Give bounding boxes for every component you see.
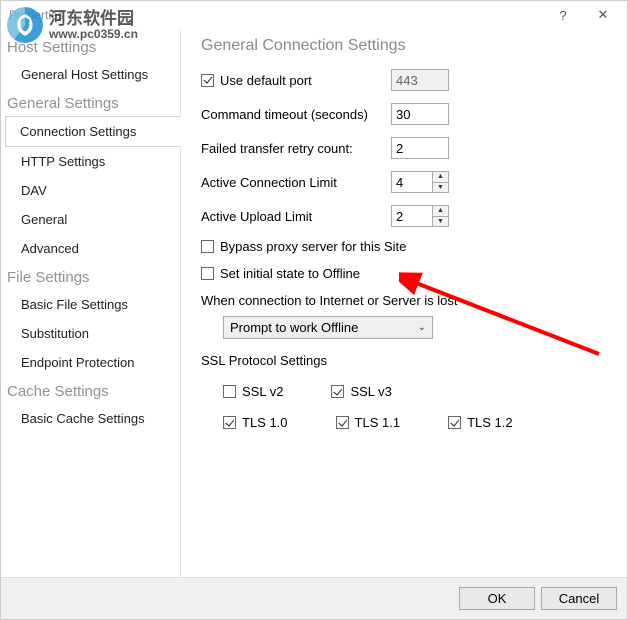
command-timeout-label: Command timeout (seconds): [201, 107, 391, 122]
nav-dav[interactable]: DAV: [5, 176, 180, 205]
nav-advanced[interactable]: Advanced: [5, 234, 180, 263]
when-lost-value: Prompt to work Offline: [230, 320, 358, 335]
active-conn-limit-spinner[interactable]: ▲▼: [391, 171, 449, 193]
checkbox-icon: [448, 416, 461, 429]
chevron-up-icon[interactable]: ▲: [433, 206, 448, 216]
titlebar: Properties - ? ✕: [1, 1, 627, 29]
active-upload-limit-input[interactable]: [391, 205, 433, 227]
port-input: [391, 69, 449, 91]
cancel-button[interactable]: Cancel: [541, 587, 617, 610]
group-general-settings: General Settings: [5, 89, 180, 116]
nav-substitution[interactable]: Substitution: [5, 319, 180, 348]
group-host-settings: Host Settings: [5, 33, 180, 60]
nav-basic-file-settings[interactable]: Basic File Settings: [5, 290, 180, 319]
group-file-settings: File Settings: [5, 263, 180, 290]
checkbox-icon: [223, 416, 236, 429]
checkbox-icon: [201, 74, 214, 87]
checkbox-icon: [331, 385, 344, 398]
bypass-proxy-label: Bypass proxy server for this Site: [220, 239, 406, 254]
retry-count-input[interactable]: [391, 137, 449, 159]
ok-button[interactable]: OK: [459, 587, 535, 610]
content-title: General Connection Settings: [201, 37, 607, 55]
tls11-checkbox[interactable]: TLS 1.1: [336, 415, 401, 430]
footer: OK Cancel: [1, 577, 627, 619]
offline-initial-checkbox[interactable]: Set initial state to Offline: [201, 266, 360, 281]
nav-general-host-settings[interactable]: General Host Settings: [5, 60, 180, 89]
checkbox-icon: [201, 240, 214, 253]
retry-count-label: Failed transfer retry count:: [201, 141, 391, 156]
active-upload-limit-label: Active Upload Limit: [201, 209, 391, 224]
use-default-port-checkbox[interactable]: Use default port: [201, 73, 312, 88]
ssl-v3-checkbox[interactable]: SSL v3: [331, 384, 391, 399]
command-timeout-input[interactable]: [391, 103, 449, 125]
nav-general[interactable]: General: [5, 205, 180, 234]
help-button[interactable]: ?: [543, 2, 583, 28]
chevron-down-icon[interactable]: ▼: [433, 216, 448, 227]
ssl-v2-checkbox[interactable]: SSL v2: [223, 384, 283, 399]
checkbox-icon: [223, 385, 236, 398]
nav-http-settings[interactable]: HTTP Settings: [5, 147, 180, 176]
offline-initial-label: Set initial state to Offline: [220, 266, 360, 281]
when-lost-dropdown[interactable]: Prompt to work Offline ⌄: [223, 316, 433, 339]
ssl-title: SSL Protocol Settings: [201, 353, 607, 368]
group-cache-settings: Cache Settings: [5, 377, 180, 404]
bypass-proxy-checkbox[interactable]: Bypass proxy server for this Site: [201, 239, 406, 254]
window-title: Properties -: [9, 8, 543, 22]
chevron-down-icon: ⌄: [418, 322, 426, 333]
checkbox-icon: [336, 416, 349, 429]
tls10-checkbox[interactable]: TLS 1.0: [223, 415, 288, 430]
nav-connection-settings[interactable]: Connection Settings: [5, 116, 181, 147]
chevron-down-icon[interactable]: ▼: [433, 182, 448, 193]
tls12-checkbox[interactable]: TLS 1.2: [448, 415, 513, 430]
sidebar: Host Settings General Host Settings Gene…: [1, 29, 181, 577]
checkbox-icon: [201, 267, 214, 280]
nav-basic-cache-settings[interactable]: Basic Cache Settings: [5, 404, 180, 433]
use-default-port-label: Use default port: [220, 73, 312, 88]
nav-endpoint-protection[interactable]: Endpoint Protection: [5, 348, 180, 377]
close-button[interactable]: ✕: [583, 2, 623, 28]
when-lost-label: When connection to Internet or Server is…: [201, 293, 607, 308]
content-panel: General Connection Settings Use default …: [181, 29, 627, 577]
active-conn-limit-input[interactable]: [391, 171, 433, 193]
active-conn-limit-label: Active Connection Limit: [201, 175, 391, 190]
chevron-up-icon[interactable]: ▲: [433, 172, 448, 182]
active-upload-limit-spinner[interactable]: ▲▼: [391, 205, 449, 227]
